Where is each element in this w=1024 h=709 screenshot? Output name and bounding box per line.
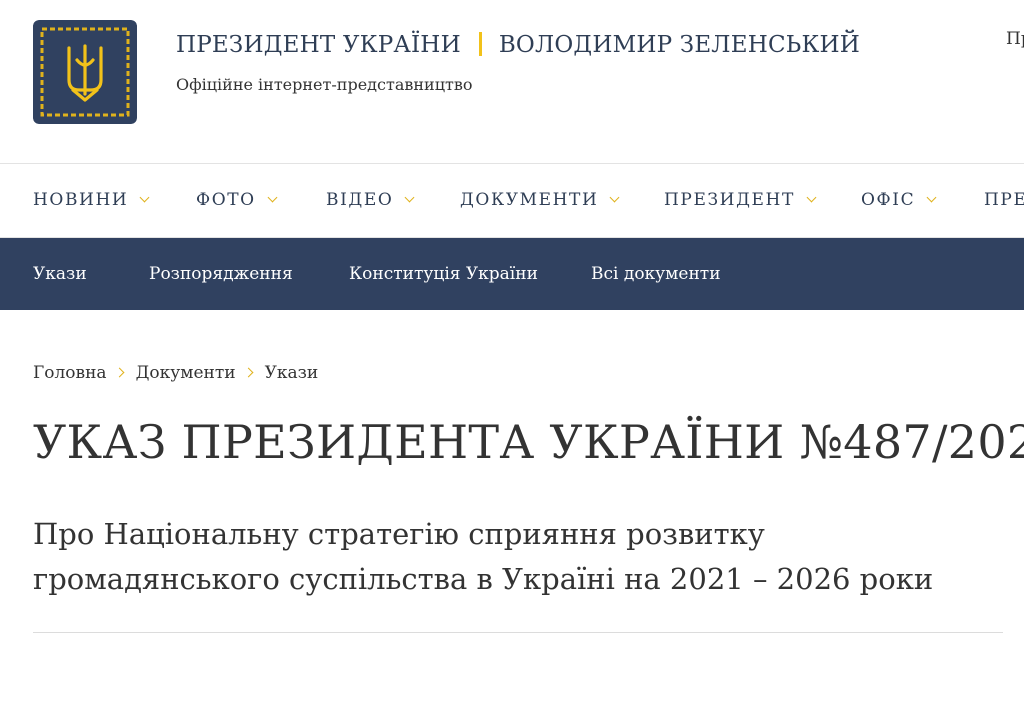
site-header: ПРЕЗИДЕНТ УКРАЇНИ ВОЛОДИМИР ЗЕЛЕНСЬКИЙ Оф…	[0, 0, 1024, 163]
nav-item-video[interactable]: ВІДЕО	[326, 164, 415, 237]
site-title[interactable]: ПРЕЗИДЕНТ УКРАЇНИ ВОЛОДИМИР ЗЕЛЕНСЬКИЙ	[176, 30, 860, 60]
language-switch[interactable]: Пр	[1006, 28, 1024, 50]
breadcrumb-documents[interactable]: Документи	[136, 363, 236, 383]
nav-item-label: ПРЕЗИДЕНТ	[664, 190, 795, 210]
nav-item-office[interactable]: ОФІС	[861, 164, 937, 237]
sub-nav-all-documents[interactable]: Всі документи	[591, 238, 721, 310]
breadcrumb-decrees[interactable]: Укази	[265, 363, 319, 383]
chevron-down-icon	[139, 192, 150, 203]
nav-item-label: НОВИНИ	[33, 190, 129, 210]
site-title-president: ПРЕЗИДЕНТ УКРАЇНИ	[176, 32, 461, 58]
trident-emblem-icon[interactable]	[33, 20, 137, 124]
nav-item-label: ДОКУМЕНТИ	[460, 190, 599, 210]
documents-sub-nav: Укази Розпорядження Конституція України …	[0, 238, 1024, 310]
page-title: УКАЗ ПРЕЗИДЕНТА УКРАЇНИ №487/2021	[33, 415, 1024, 469]
chevron-down-icon	[609, 192, 620, 203]
site-subtitle: Офіційне інтернет-представництво	[176, 75, 473, 94]
nav-item-press[interactable]: ПРЕ	[984, 164, 1024, 237]
sub-nav-constitution[interactable]: Конституція України	[349, 238, 538, 310]
chevron-down-icon	[267, 192, 278, 203]
nav-item-news[interactable]: НОВИНИ	[33, 164, 150, 237]
breadcrumb-home[interactable]: Головна	[33, 363, 107, 383]
document-subtitle: Про Національну стратегію сприяння розви…	[33, 517, 934, 596]
chevron-down-icon	[404, 192, 415, 203]
sub-nav-decrees[interactable]: Укази	[33, 238, 87, 310]
breadcrumb: Головна Документи Укази	[33, 362, 318, 384]
chevron-right-icon	[114, 367, 125, 378]
nav-item-label: ФОТО	[196, 190, 256, 210]
nav-item-label: ПРЕ	[984, 190, 1024, 210]
nav-item-label: ОФІС	[861, 190, 916, 210]
chevron-down-icon	[926, 192, 937, 203]
chevron-down-icon	[806, 192, 817, 203]
nav-item-president[interactable]: ПРЕЗИДЕНТ	[664, 164, 817, 237]
nav-item-documents[interactable]: ДОКУМЕНТИ	[460, 164, 620, 237]
site-title-name: ВОЛОДИМИР ЗЕЛЕНСЬКИЙ	[498, 32, 860, 58]
nav-item-photo[interactable]: ФОТО	[196, 164, 278, 237]
nav-item-label: ВІДЕО	[326, 190, 394, 210]
title-divider	[478, 32, 482, 56]
divider	[33, 632, 1003, 633]
sub-nav-orders[interactable]: Розпорядження	[149, 238, 293, 310]
main-nav: НОВИНИ ФОТО ВІДЕО ДОКУМЕНТИ ПРЕЗИДЕНТ ОФ…	[0, 163, 1024, 238]
chevron-right-icon	[243, 367, 254, 378]
